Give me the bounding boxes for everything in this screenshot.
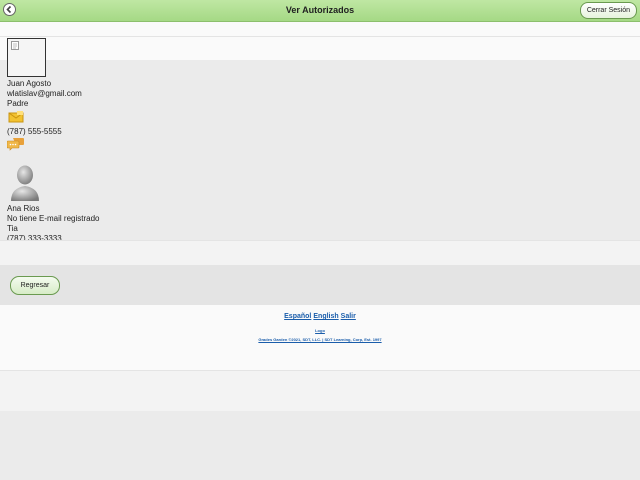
contact-phone: (787) 555-5555 <box>7 127 62 136</box>
content-band <box>0 22 640 36</box>
actions-band <box>0 265 640 305</box>
copyright-link[interactable]: Grades Garden ©2021, SDT, LLC. | SDT Lea… <box>0 337 640 342</box>
contact-email: wlatislav@gmail.com <box>7 89 82 98</box>
contact-name: Juan Agosto <box>7 79 52 88</box>
language-links: Español English Salir <box>0 313 640 320</box>
footer-small-link[interactable]: Logo <box>0 328 640 333</box>
content-band <box>0 241 640 265</box>
content-band <box>0 37 640 60</box>
logout-button[interactable]: Cerrar Sesión <box>579 2 637 19</box>
link-spanish[interactable]: Español <box>284 313 311 320</box>
contact-email: No tiene E-mail registrado <box>7 214 100 223</box>
link-exit[interactable]: Salir <box>341 313 356 320</box>
contact-relation: Padre <box>7 99 29 108</box>
contact-relation: Tia <box>7 224 18 233</box>
broken-photo-icon <box>7 38 46 77</box>
top-bar: Ver Autorizados Cerrar Sesión <box>0 0 640 22</box>
contact-name: Ana Rios <box>7 204 40 213</box>
back-button[interactable]: Regresar <box>10 276 60 295</box>
person-avatar-icon <box>9 164 41 207</box>
chat-bubble-icon[interactable] <box>6 137 25 156</box>
contact-phone-1: (787) 555-5555 <box>7 127 62 137</box>
contact-card-1: Juan Agosto wlatislav@gmail.com Padre <box>7 79 82 109</box>
email-envelope-icon[interactable] <box>8 110 24 128</box>
contact-card-2: Ana Rios No tiene E-mail registrado Tia … <box>7 204 99 244</box>
footer-band <box>0 371 640 411</box>
link-english[interactable]: English <box>313 313 338 320</box>
page-title: Ver Autorizados <box>285 5 355 15</box>
